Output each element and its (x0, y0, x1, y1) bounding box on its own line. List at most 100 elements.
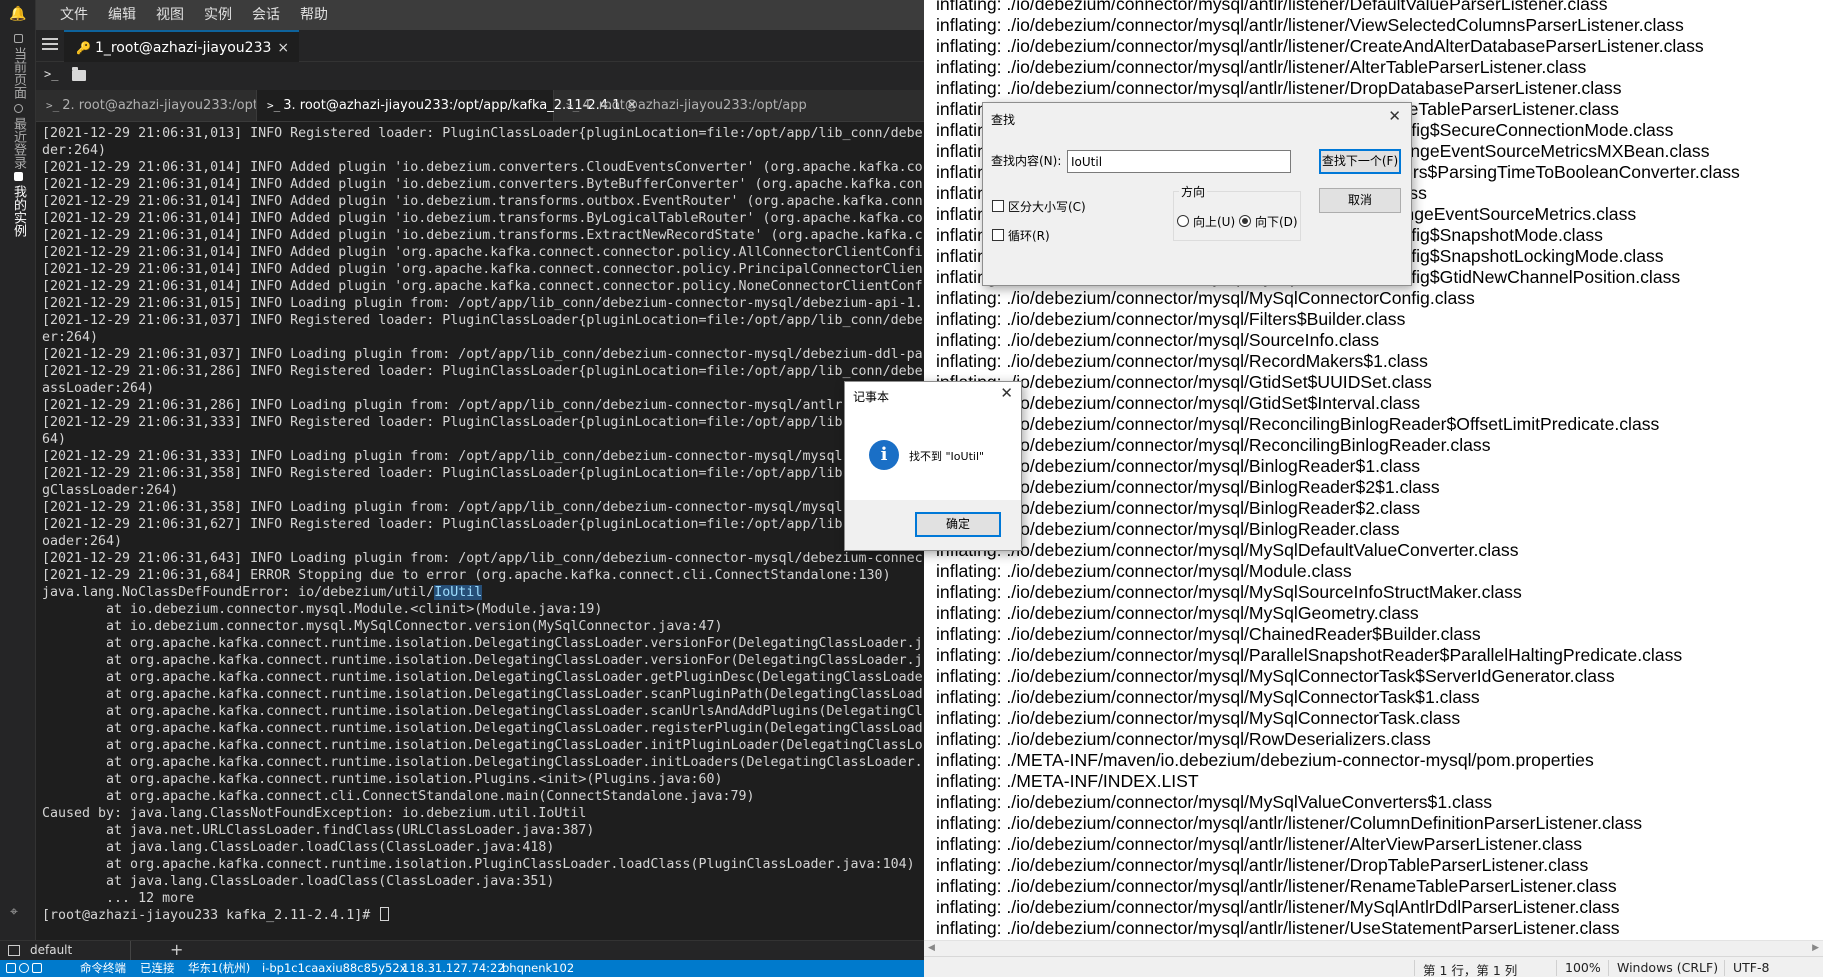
notepad-line: inflating: ./io/debezium/connector/mysql… (936, 36, 1704, 56)
menu-help[interactable]: 帮助 (290, 0, 338, 30)
terminal-line-text: [2021-12-29 21:06:31,037] INFO Registere… (42, 313, 923, 328)
terminal-line-text: er:264) (42, 330, 99, 345)
terminal-line-text: at java.lang.ClassLoader.loadClass(Class… (42, 874, 555, 889)
menu-view[interactable]: 视图 (146, 0, 194, 30)
dialog-title: 查找 (991, 113, 1016, 127)
pin-icon[interactable]: ⌖ (10, 904, 26, 920)
terminal-line: [2021-12-29 21:06:31,627] INFO Registere… (42, 516, 924, 533)
terminal-line-text: [2021-12-29 21:06:31,014] INFO Added plu… (42, 211, 923, 226)
cancel-button[interactable]: 取消 (1319, 188, 1401, 213)
terminal-line: gClassLoader:264) (42, 482, 924, 499)
notepad-line: inflating: ./io/debezium/connector/mysql… (936, 813, 1643, 833)
app-logo-icon: 🔔 (9, 6, 27, 22)
horizontal-scrollbar[interactable]: ◀ ▶ (924, 940, 1823, 956)
notepad-line: inflating: ./io/debezium/connector/mysql… (936, 288, 1475, 308)
status-region: 华东1(杭州) (188, 961, 251, 975)
menu-instance[interactable]: 实例 (194, 0, 242, 30)
terminal-line-text: at org.apache.kafka.connect.runtime.isol… (42, 721, 923, 736)
session-tab[interactable]: 🔑 1_root@azhazi-jiayou233 × (64, 30, 300, 62)
message-box: 记事本 ✕ i 找不到 "IoUtil" 确定 (844, 381, 1022, 551)
tab-terminal-2[interactable]: >_ 2. root@azhazi-jiayou233:/opt/app (36, 90, 287, 121)
terminal-line-text: at org.apache.kafka.connect.runtime.isol… (42, 755, 923, 770)
session-list-icon[interactable] (42, 38, 58, 52)
terminal-line-text: gClassLoader:264) (42, 483, 179, 498)
find-label: 查找内容(N): (991, 154, 1062, 168)
terminal-line-text: [2021-12-29 21:06:31,333] INFO Loading p… (42, 449, 843, 464)
sidebar-tab-my-instances[interactable]: 我的实例 (6, 172, 30, 237)
terminal-line: at org.apache.kafka.connect.runtime.isol… (42, 703, 924, 720)
terminal-prompt-icon[interactable]: >_ (44, 67, 58, 81)
terminal-line-text: [2021-12-29 21:06:31,014] INFO Added plu… (42, 228, 923, 243)
terminal-line: at java.lang.ClassLoader.loadClass(Class… (42, 839, 924, 856)
terminal-prompt-icon: >_ (267, 99, 281, 112)
tab-terminal-3[interactable]: >_ 3. root@azhazi-jiayou233:/opt/app/kafk… (256, 90, 637, 121)
terminal-line: [2021-12-29 21:06:31,014] INFO Added plu… (42, 261, 924, 278)
close-icon[interactable]: × (277, 40, 289, 56)
terminal-line-text: [2021-12-29 21:06:31,286] INFO Registere… (42, 364, 923, 379)
sidebar-tab-label: 当前页面 (11, 47, 26, 99)
folder-icon[interactable] (72, 67, 86, 81)
workspace-label[interactable]: default (30, 943, 72, 957)
terminal-line: [2021-12-29 21:06:31,643] INFO Loading p… (42, 550, 924, 567)
terminal-line: [2021-12-29 21:06:31,037] INFO Registere… (42, 312, 924, 329)
terminal-line-text: at io.debezium.connector.mysql.Module.<c… (42, 602, 603, 617)
terminal-line: at org.apache.kafka.connect.runtime.isol… (42, 771, 924, 788)
terminal-line: [2021-12-29 21:06:31,014] INFO Added plu… (42, 244, 924, 261)
terminal-line: [2021-12-29 21:06:31,037] INFO Loading p… (42, 346, 924, 363)
line-ending: Windows (CRLF) (1608, 960, 1718, 976)
wrap-label: 循环(R) (1008, 229, 1050, 243)
terminal-line: [2021-12-29 21:06:31,358] INFO Registere… (42, 465, 924, 482)
terminal-cursor (380, 907, 390, 921)
terminal-line-text: [2021-12-29 21:06:31,014] INFO Added plu… (42, 194, 923, 209)
terminal-line: ... 12 more (42, 890, 924, 907)
left-sidebar: 🔔 当前页面 最近登录 我的实例 ⌖ (0, 0, 36, 977)
notepad-line: inflating: ./io/debezium/connector/mysql… (936, 918, 1620, 938)
direction-label: 方向 (1179, 183, 1208, 200)
notepad-line: inflating: ./io/debezium/connector/mysql… (936, 708, 1461, 728)
status-host: bhqnenk102 (502, 961, 575, 975)
direction-up-radio[interactable] (1177, 215, 1189, 227)
find-input[interactable] (1067, 150, 1291, 173)
terminal-line-text: at org.apache.kafka.connect.runtime.isol… (42, 636, 923, 651)
terminal-line: [2021-12-29 21:06:31,014] INFO Added plu… (42, 278, 924, 295)
add-workspace-button[interactable]: + (170, 941, 183, 959)
sidebar-tab-current-page[interactable]: 当前页面 (6, 34, 30, 99)
direction-down-radio[interactable] (1239, 215, 1251, 227)
menu-edit[interactable]: 编辑 (98, 0, 146, 30)
terminal-line: at org.apache.kafka.connect.runtime.isol… (42, 737, 924, 754)
find-next-button[interactable]: 查找下一个(F) (1319, 149, 1401, 174)
sidebar-tab-recent-logins[interactable]: 最近登录 (6, 104, 30, 169)
terminal-prompt-icon: >_ (566, 99, 580, 112)
menu-file[interactable]: 文件 (50, 0, 98, 30)
notepad-line: inflating: ./io/debezium/connector/mysql… (936, 561, 1352, 581)
terminal-tabs: >_ 2. root@azhazi-jiayou233:/opt/app >_ 3.… (36, 90, 924, 122)
terminal-line-text: [2021-12-29 21:06:31,014] INFO Added plu… (42, 262, 923, 277)
terminal-output[interactable]: [2021-12-29 21:06:31,013] INFO Registere… (36, 122, 924, 940)
notepad-line: inflating: ./io/debezium/connector/mysql… (936, 309, 1406, 329)
message-box-title: 记事本 (853, 390, 890, 404)
scroll-right-icon[interactable]: ▶ (1812, 943, 1819, 953)
terminal-line-text: at org.apache.kafka.connect.runtime.isol… (42, 704, 923, 719)
match-case-checkbox[interactable] (992, 200, 1004, 212)
close-icon[interactable]: ✕ (1388, 107, 1401, 125)
zoom-level: 100% (1556, 960, 1601, 976)
terminal-line-text: [2021-12-29 21:06:31,014] INFO Added plu… (42, 245, 923, 260)
notepad-line: inflating: ./io/debezium/connector/mysql… (936, 393, 1421, 413)
close-icon[interactable]: ✕ (1000, 384, 1013, 402)
current-page-icon (13, 34, 23, 43)
ok-button[interactable]: 确定 (915, 512, 1001, 537)
notepad-line: inflating: ./io/debezium/connector/mysql… (936, 15, 1684, 35)
divider (130, 941, 131, 961)
terminal-line-text: [2021-12-29 21:06:31,014] INFO Added plu… (42, 177, 923, 192)
terminal-line: [2021-12-29 21:06:31,014] INFO Added plu… (42, 159, 924, 176)
terminal-line-text: [2021-12-29 21:06:31,643] INFO Loading p… (42, 551, 923, 566)
wrap-checkbox[interactable] (992, 229, 1004, 241)
terminal-line: [2021-12-29 21:06:31,358] INFO Loading p… (42, 499, 924, 516)
notepad-line: inflating: ./io/debezium/connector/mysql… (936, 540, 1519, 560)
notepad-line: inflating: ./io/debezium/connector/mysql… (936, 687, 1480, 707)
tab-terminal-4[interactable]: >_ 4. root@azhazi-jiayou233:/opt/app (556, 90, 807, 121)
terminal-line-text: [2021-12-29 21:06:31,037] INFO Loading p… (42, 347, 923, 362)
notepad-line: inflating: ./io/debezium/connector/mysql… (936, 729, 1431, 749)
scroll-left-icon[interactable]: ◀ (928, 943, 935, 953)
menu-session[interactable]: 会话 (242, 0, 290, 30)
